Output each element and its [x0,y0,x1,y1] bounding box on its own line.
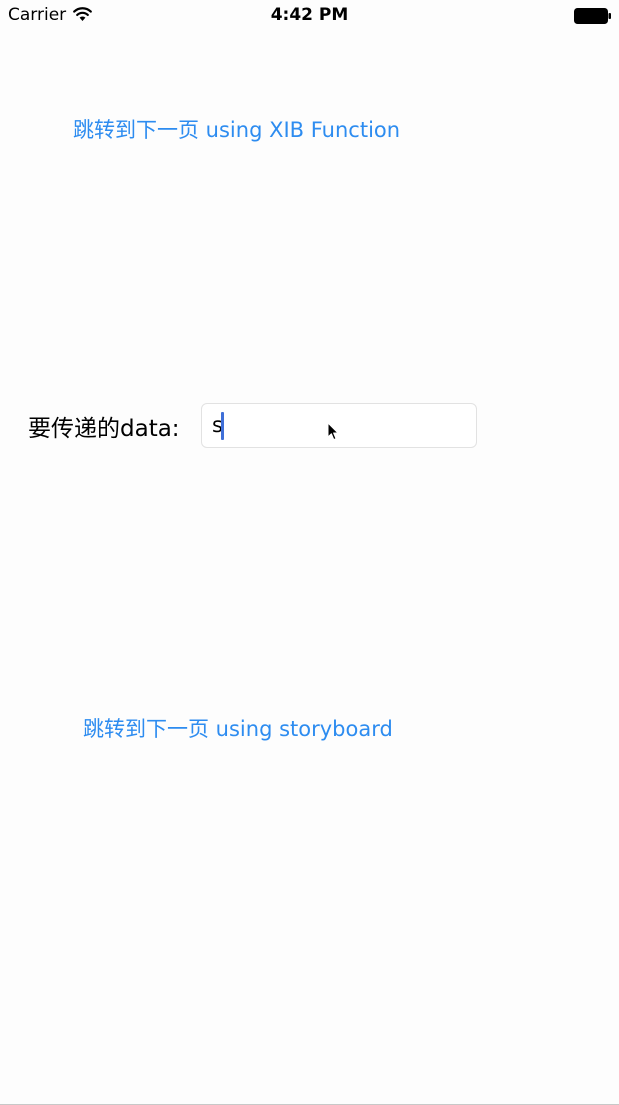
data-input-field[interactable]: s [201,403,477,448]
text-caret [221,412,224,440]
data-label: 要传递的data: [28,416,180,442]
xib-navigate-button[interactable]: 跳转到下一页 using XIB Function [73,114,400,144]
mouse-pointer-icon [327,422,339,441]
status-bar: Carrier 4:42 PM [0,0,619,32]
status-time: 4:42 PM [270,5,349,25]
storyboard-navigate-button[interactable]: 跳转到下一页 using storyboard [83,713,393,743]
battery-icon [574,8,611,24]
phone-screen: Carrier 4:42 PM 跳转到下一页 using XIB Functio… [0,0,619,1105]
